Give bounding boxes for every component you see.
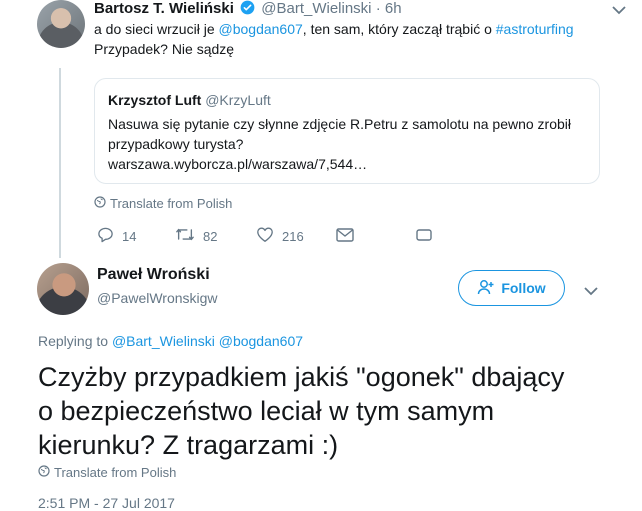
main-text-line2: o bezpieczeństwo leciał w tym samym — [38, 396, 495, 426]
translate-button-reply[interactable]: Translate from Polish — [94, 196, 232, 211]
reply-author-name[interactable]: Bartosz T. Wieliński — [94, 0, 234, 17]
translate-label-main: Translate from Polish — [54, 465, 177, 480]
reply-time[interactable]: 6h — [385, 0, 402, 17]
reply-text-middle: , ten sam, który zaczął trąbić o — [302, 21, 496, 37]
replying-prefix: Replying to — [38, 333, 112, 349]
thread-connector-line — [59, 68, 61, 258]
main-author-name[interactable]: Paweł Wroński — [97, 266, 210, 284]
follow-button[interactable]: Follow — [458, 270, 565, 306]
reply-text-prefix: a do sieci wrzucił je — [94, 21, 219, 37]
main-text-line3: kierunku? Z tragarzami :) — [38, 430, 339, 460]
replying-mentions[interactable]: @Bart_Wielinski @bogdan607 — [112, 333, 303, 349]
reply-author-handle[interactable]: @Bart_Wielinski — [261, 0, 371, 17]
reply-icon — [97, 226, 114, 246]
main-text-line1: Czyżby przypadkiem jakiś "ogonek" dbając… — [38, 362, 565, 392]
main-more-options-chevron-icon[interactable] — [584, 283, 598, 296]
like-count: 216 — [282, 228, 304, 244]
translate-label-reply: Translate from Polish — [110, 196, 233, 211]
main-tweet-text: Czyżby przypadkiem jakiś "ogonek" dbając… — [38, 360, 628, 462]
globe-icon — [94, 196, 106, 211]
reply-text-line2: Przypadek? Nie sądzę — [94, 41, 235, 57]
direct-message-envelope-icon[interactable] — [336, 228, 354, 247]
quoted-tweet-card[interactable]: Krzysztof Luft @KrzyLuft Nasuwa się pyta… — [94, 78, 600, 184]
globe-icon — [38, 465, 50, 480]
quoted-header: Krzysztof Luft @KrzyLuft — [108, 92, 271, 108]
retweet-count: 82 — [203, 228, 218, 244]
heart-icon — [256, 226, 274, 246]
translate-button-main[interactable]: Translate from Polish — [38, 465, 176, 480]
main-author-handle[interactable]: @PawelWronskigw — [97, 290, 218, 306]
avatar-pawel[interactable] — [37, 263, 89, 315]
retweet-action[interactable]: 82 — [175, 226, 217, 246]
quoted-author-handle: @KrzyLuft — [205, 92, 271, 108]
share-box-icon[interactable] — [416, 228, 432, 246]
quoted-url: warszawa.wyborcza.pl/warszawa/7,544… — [108, 156, 368, 172]
reply-tweet-text: a do sieci wrzucił je @bogdan607, ten sa… — [94, 19, 614, 59]
reply-action[interactable]: 14 — [97, 226, 136, 246]
hashtag-link[interactable]: #astroturfing — [496, 21, 574, 37]
reply-tweet-header: Bartosz T. Wieliński @Bart_Wielinski · 6… — [94, 0, 594, 18]
more-options-chevron-icon[interactable] — [612, 2, 628, 15]
verified-badge-icon — [240, 0, 255, 20]
quoted-text-line2: przypadkowy turysta? — [108, 136, 244, 152]
reply-count: 14 — [122, 228, 137, 244]
mention-link[interactable]: @bogdan607 — [219, 21, 303, 37]
quoted-author-name: Krzysztof Luft — [108, 92, 202, 108]
quoted-text-line1: Nasuwa się pytanie czy słynne zdjęcie R.… — [108, 116, 572, 132]
retweet-icon — [175, 226, 195, 246]
avatar-bartosz[interactable] — [37, 0, 85, 48]
add-user-icon — [477, 279, 495, 298]
follow-label: Follow — [501, 280, 546, 296]
dot-separator: · — [375, 0, 381, 17]
like-action[interactable]: 216 — [256, 226, 304, 246]
replying-to-line: Replying to @Bart_Wielinski @bogdan607 — [38, 333, 303, 349]
quoted-text: Nasuwa się pytanie czy słynne zdjęcie R.… — [108, 114, 571, 174]
main-author-name-text: Paweł Wroński — [97, 266, 210, 283]
tweet-timestamp[interactable]: 2:51 PM - 27 Jul 2017 — [38, 495, 175, 511]
